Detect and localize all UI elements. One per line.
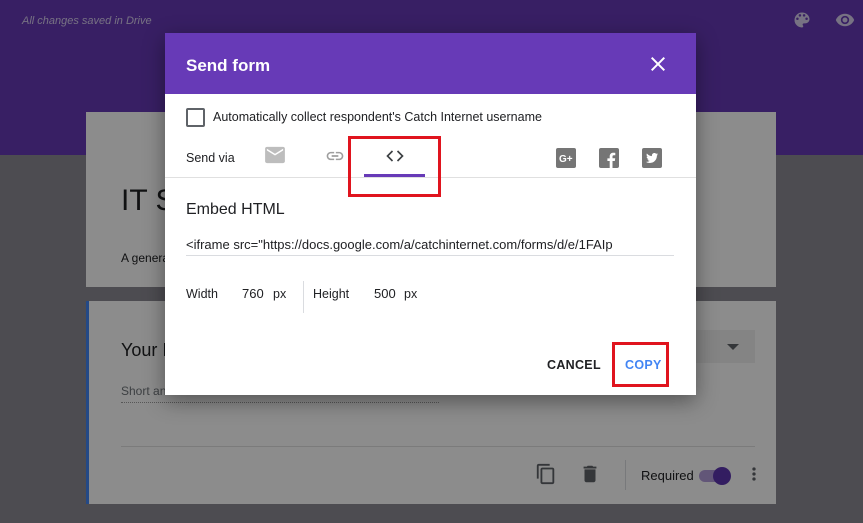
cancel-button[interactable]: CANCEL xyxy=(547,358,601,372)
close-icon[interactable] xyxy=(646,52,670,76)
height-unit: px xyxy=(404,287,418,301)
google-plus-icon[interactable]: G+ xyxy=(556,148,576,168)
width-unit: px xyxy=(273,287,287,301)
dialog-title: Send form xyxy=(186,56,271,75)
link-icon[interactable] xyxy=(325,146,345,166)
collect-username-label[interactable]: Automatically collect respondent's Catch… xyxy=(213,110,542,124)
embed-code-underline xyxy=(186,255,674,256)
dimension-separator xyxy=(303,281,304,313)
email-icon[interactable] xyxy=(264,146,286,164)
height-input[interactable]: 500 xyxy=(374,286,396,301)
height-label: Height xyxy=(313,287,350,301)
width-label: Width xyxy=(186,287,218,301)
send-form-dialog: Send form Automatically collect responde… xyxy=(165,33,696,395)
send-via-label: Send via xyxy=(186,151,235,165)
dialog-header: Send form xyxy=(165,33,696,94)
copy-button-highlight xyxy=(612,342,669,387)
embed-tab-highlight xyxy=(348,136,441,197)
embed-code-field[interactable]: <iframe src="https://docs.google.com/a/c… xyxy=(186,237,674,252)
width-input[interactable]: 760 xyxy=(242,286,264,301)
facebook-icon[interactable] xyxy=(599,148,619,168)
collect-username-checkbox[interactable] xyxy=(186,108,205,127)
svg-text:G+: G+ xyxy=(559,154,573,165)
twitter-icon[interactable] xyxy=(642,148,662,168)
embed-html-title: Embed HTML xyxy=(186,201,285,218)
